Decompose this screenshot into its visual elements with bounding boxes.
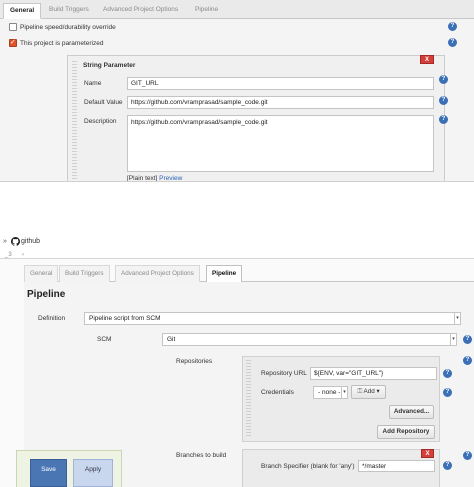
name-field[interactable]: GIT_URL	[127, 77, 434, 90]
remove-parameter-button[interactable]: X	[420, 55, 434, 64]
drag-handle[interactable]	[246, 360, 251, 438]
scm-value: Git	[167, 336, 176, 343]
tab-build-triggers[interactable]: Build Triggers	[59, 265, 110, 282]
advanced-button[interactable]: Advanced...	[389, 405, 434, 419]
tab-general[interactable]: General	[3, 3, 42, 19]
repo-name[interactable]: github	[21, 238, 40, 245]
chevron-down-icon: ▾	[450, 334, 456, 345]
tab-general[interactable]: General	[24, 265, 59, 282]
branch-specifier-label: Branch Specifier (blank for 'any')	[261, 463, 355, 470]
config-tab-bar: General Build Triggers Advanced Project …	[24, 263, 474, 282]
save-button[interactable]: Save	[30, 459, 67, 487]
apply-button[interactable]: Apply	[73, 459, 113, 487]
drag-handle[interactable]	[72, 61, 77, 181]
chevron-down-icon: ▾	[341, 387, 347, 398]
tab-build-triggers[interactable]: Build Triggers	[43, 3, 95, 19]
github-icon	[11, 237, 20, 246]
definition-label: Definition	[38, 315, 66, 322]
scm-select[interactable]: Git ▾	[162, 333, 457, 346]
definition-select[interactable]: Pipeline script from SCM ▾	[84, 312, 461, 325]
config-tab-bar: General Build Triggers Advanced Project …	[0, 0, 474, 19]
help-icon[interactable]: ?	[439, 75, 448, 84]
repository-url-label: Repository URL	[261, 370, 307, 377]
help-icon[interactable]: ?	[448, 38, 457, 47]
branches-label: Branches to build	[176, 452, 227, 459]
repository-url-field[interactable]: ${ENV, var="GIT_URL"}	[310, 367, 437, 380]
section-title: Pipeline	[27, 289, 66, 300]
add-repository-button[interactable]: Add Repository	[377, 425, 435, 439]
default-value-label: Default Value	[84, 99, 123, 106]
tab-advanced-project-options[interactable]: Advanced Project Options	[97, 3, 184, 19]
plain-text-label: [Plain text] Preview	[127, 175, 182, 182]
help-icon[interactable]: ?	[443, 461, 452, 470]
scm-label: SCM	[97, 336, 112, 343]
breadcrumb-separator: »	[3, 238, 7, 245]
help-icon[interactable]: ?	[463, 451, 472, 460]
help-icon[interactable]: ?	[443, 388, 452, 397]
tab-pipeline[interactable]: Pipeline	[189, 3, 224, 19]
durability-override-checkbox[interactable]	[9, 23, 17, 31]
key-icon: ⚿	[357, 388, 363, 395]
plain-text-indicator: [Plain text]	[127, 175, 158, 182]
repositories-label: Repositories	[176, 358, 213, 365]
add-label: Add	[363, 388, 375, 395]
remove-branch-button[interactable]: X	[421, 449, 434, 458]
credentials-value: - none -	[318, 389, 341, 396]
help-icon[interactable]: ?	[463, 356, 472, 365]
help-icon[interactable]: ?	[463, 335, 472, 344]
tab-pipeline[interactable]: Pipeline	[206, 265, 243, 282]
default-value-field[interactable]: https://github.com/vramprasad/sample_cod…	[127, 96, 434, 109]
durability-override-label: Pipeline speed/durability override	[20, 24, 116, 31]
definition-value: Pipeline script from SCM	[89, 315, 161, 322]
credentials-label: Credentials	[261, 389, 294, 396]
add-credentials-button[interactable]: ⚿ Add ▾	[351, 385, 386, 399]
string-parameter-title: String Parameter	[83, 62, 136, 69]
general-config-panel: General Build Triggers Advanced Project …	[0, 0, 474, 182]
name-label: Name	[84, 80, 102, 87]
chevron-down-icon: ▾	[454, 313, 460, 324]
description-textarea[interactable]: https://github.com/vramprasad/sample_cod…	[127, 115, 434, 172]
chevron-down-icon: ▾	[376, 388, 380, 395]
branch-specifier-field[interactable]: */master	[358, 460, 435, 472]
parameterized-checkbox[interactable]	[9, 38, 17, 47]
parameterized-label: This project is parameterized	[20, 40, 104, 47]
help-icon[interactable]: ?	[439, 115, 448, 124]
credentials-select[interactable]: - none - ▾	[313, 386, 348, 399]
help-icon[interactable]: ?	[443, 369, 452, 378]
description-label: Description	[84, 118, 117, 125]
help-icon[interactable]: ?	[439, 96, 448, 105]
help-icon[interactable]: ?	[448, 22, 457, 31]
preview-link[interactable]: Preview	[159, 175, 182, 181]
tab-advanced-project-options[interactable]: Advanced Project Options	[115, 265, 200, 282]
